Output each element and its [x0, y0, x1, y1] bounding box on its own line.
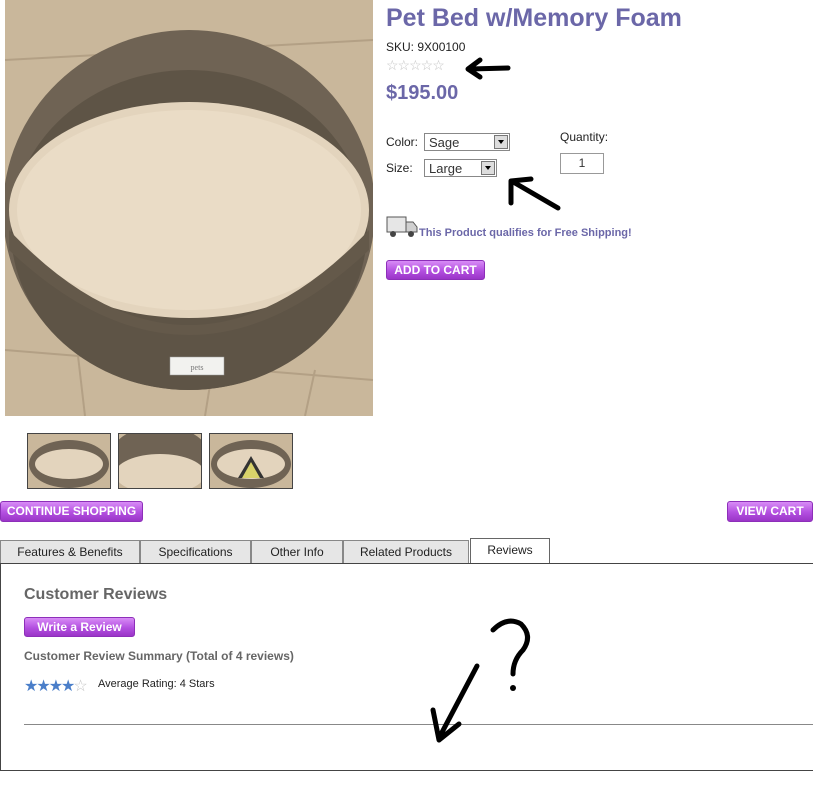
annotation-arrow-icon: [508, 176, 561, 211]
product-image[interactable]: pets: [5, 0, 373, 416]
size-select[interactable]: Large: [424, 159, 497, 177]
continue-shopping-button[interactable]: CONTINUE SHOPPING: [0, 501, 143, 522]
tab-related-products[interactable]: Related Products: [343, 540, 469, 563]
tab-other-info[interactable]: Other Info: [251, 540, 343, 563]
reviews-heading: Customer Reviews: [24, 586, 168, 603]
thumbnail-image[interactable]: [27, 433, 111, 489]
view-cart-button[interactable]: VIEW CART: [727, 501, 813, 522]
annotation-question-icon: [430, 618, 530, 743]
thumbnail-image[interactable]: [209, 433, 293, 489]
product-sku: SKU: 9X00100: [386, 40, 466, 54]
thumbnail-image[interactable]: [118, 433, 202, 489]
star-filled-icon: ★: [48, 678, 63, 695]
tab-specifications[interactable]: Specifications: [140, 540, 251, 563]
annotation-arrow-icon: [465, 57, 511, 80]
tab-features-benefits[interactable]: Features & Benefits: [0, 540, 140, 563]
star-empty-icon: ☆: [73, 678, 87, 695]
svg-text:pets: pets: [191, 363, 204, 372]
size-label: Size:: [386, 161, 413, 175]
add-to-cart-button[interactable]: ADD TO CART: [386, 260, 485, 280]
color-select-value: Sage: [429, 135, 460, 150]
rating-stars-empty: ☆☆☆☆☆: [386, 57, 445, 73]
size-select-value: Large: [429, 161, 463, 176]
star-filled-icon: ★: [36, 678, 50, 695]
color-label: Color:: [386, 135, 419, 149]
product-title: Pet Bed w/Memory Foam: [386, 4, 682, 32]
divider: [24, 724, 813, 725]
star-filled-icon: ★: [61, 678, 75, 695]
average-rating-stars: ★★★★☆: [24, 676, 88, 696]
product-price: $195.00: [386, 82, 459, 104]
quantity-input[interactable]: 1: [560, 153, 604, 174]
tab-reviews[interactable]: Reviews: [470, 538, 550, 563]
color-select[interactable]: Sage: [424, 133, 510, 151]
average-rating-text: Average Rating: 4 Stars: [98, 678, 215, 690]
quantity-label: Quantity:: [560, 130, 609, 144]
free-shipping-text: This Product qualifies for Free Shipping…: [419, 227, 632, 239]
review-summary: Customer Review Summary (Total of 4 revi…: [24, 649, 294, 663]
truck-icon: [386, 216, 418, 237]
star-filled-icon: ★: [24, 678, 38, 695]
chevron-down-icon[interactable]: [494, 135, 508, 149]
write-review-button[interactable]: Write a Review: [24, 617, 135, 637]
chevron-down-icon[interactable]: [481, 161, 495, 175]
